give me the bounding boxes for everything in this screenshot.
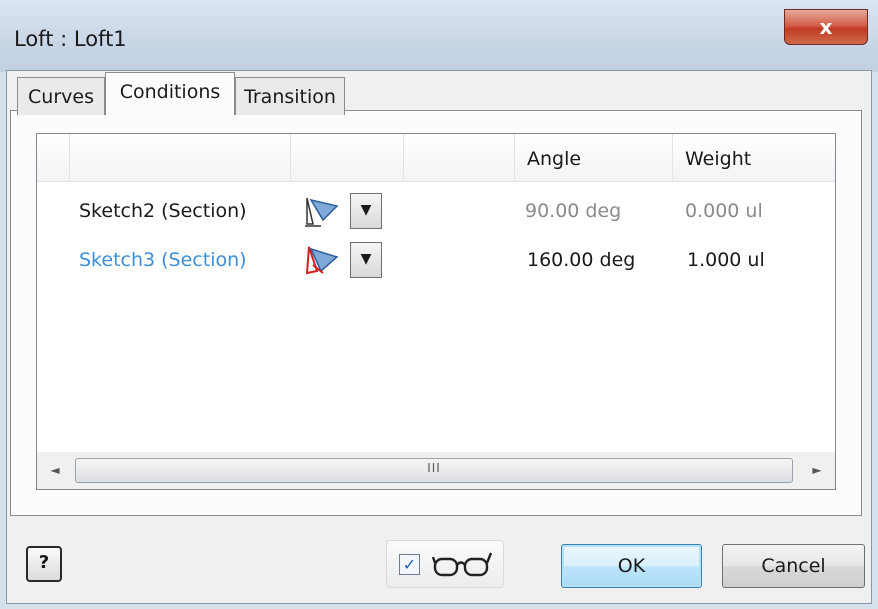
- title-bar: Loft : Loft1 x: [0, 0, 878, 72]
- header-col-condition: [291, 134, 404, 181]
- ok-button[interactable]: OK: [561, 544, 702, 588]
- conditions-grid: Angle Weight Sketch2 (Section) ▼ 90.00 d…: [36, 133, 836, 490]
- glasses-icon: [431, 552, 493, 577]
- scroll-right-icon[interactable]: ►: [799, 452, 835, 489]
- row-sketch3-label[interactable]: Sketch3 (Section): [79, 249, 247, 271]
- window-title: Loft : Loft1: [14, 27, 127, 51]
- angle-header: Angle: [527, 148, 582, 170]
- close-button[interactable]: x: [784, 9, 868, 45]
- condition-dropdown-button[interactable]: ▼: [350, 242, 382, 278]
- grid-header: Angle Weight: [37, 134, 835, 182]
- header-col-name: [70, 134, 291, 181]
- close-icon: x: [819, 15, 833, 39]
- tab-conditions[interactable]: Conditions: [105, 72, 235, 115]
- header-col-weight[interactable]: Weight: [673, 134, 835, 181]
- dropdown-arrow-icon: ▼: [360, 202, 372, 218]
- weight-header: Weight: [685, 148, 752, 170]
- boundary-condition-icon: [305, 197, 339, 227]
- preview-checkbox[interactable]: ✓: [399, 554, 420, 575]
- header-col-blank: [404, 134, 515, 181]
- header-col-select: [37, 134, 70, 181]
- scroll-left-icon[interactable]: ◄: [37, 452, 73, 489]
- header-col-angle[interactable]: Angle: [515, 134, 673, 181]
- condition-dropdown-button[interactable]: ▼: [350, 193, 382, 229]
- row-sketch3-angle[interactable]: 160.00 deg: [527, 249, 635, 271]
- grip-icon: III: [427, 461, 441, 475]
- boundary-condition-red-icon: [305, 246, 339, 275]
- cancel-button[interactable]: Cancel: [722, 544, 865, 588]
- row-sketch2-weight[interactable]: 0.000 ul: [685, 200, 763, 222]
- help-button[interactable]: ?: [26, 546, 62, 582]
- tab-transition[interactable]: Transition: [235, 77, 345, 115]
- dropdown-arrow-icon: ▼: [360, 251, 372, 267]
- row-sketch3-weight[interactable]: 1.000 ul: [687, 249, 765, 271]
- horizontal-scrollbar[interactable]: ◄ III ►: [37, 452, 835, 489]
- row-sketch2-angle[interactable]: 90.00 deg: [525, 200, 621, 222]
- scroll-thumb[interactable]: III: [75, 458, 793, 483]
- tab-curves[interactable]: Curves: [17, 77, 105, 115]
- row-sketch2-label[interactable]: Sketch2 (Section): [79, 200, 247, 222]
- preview-toggle: ✓: [386, 540, 504, 588]
